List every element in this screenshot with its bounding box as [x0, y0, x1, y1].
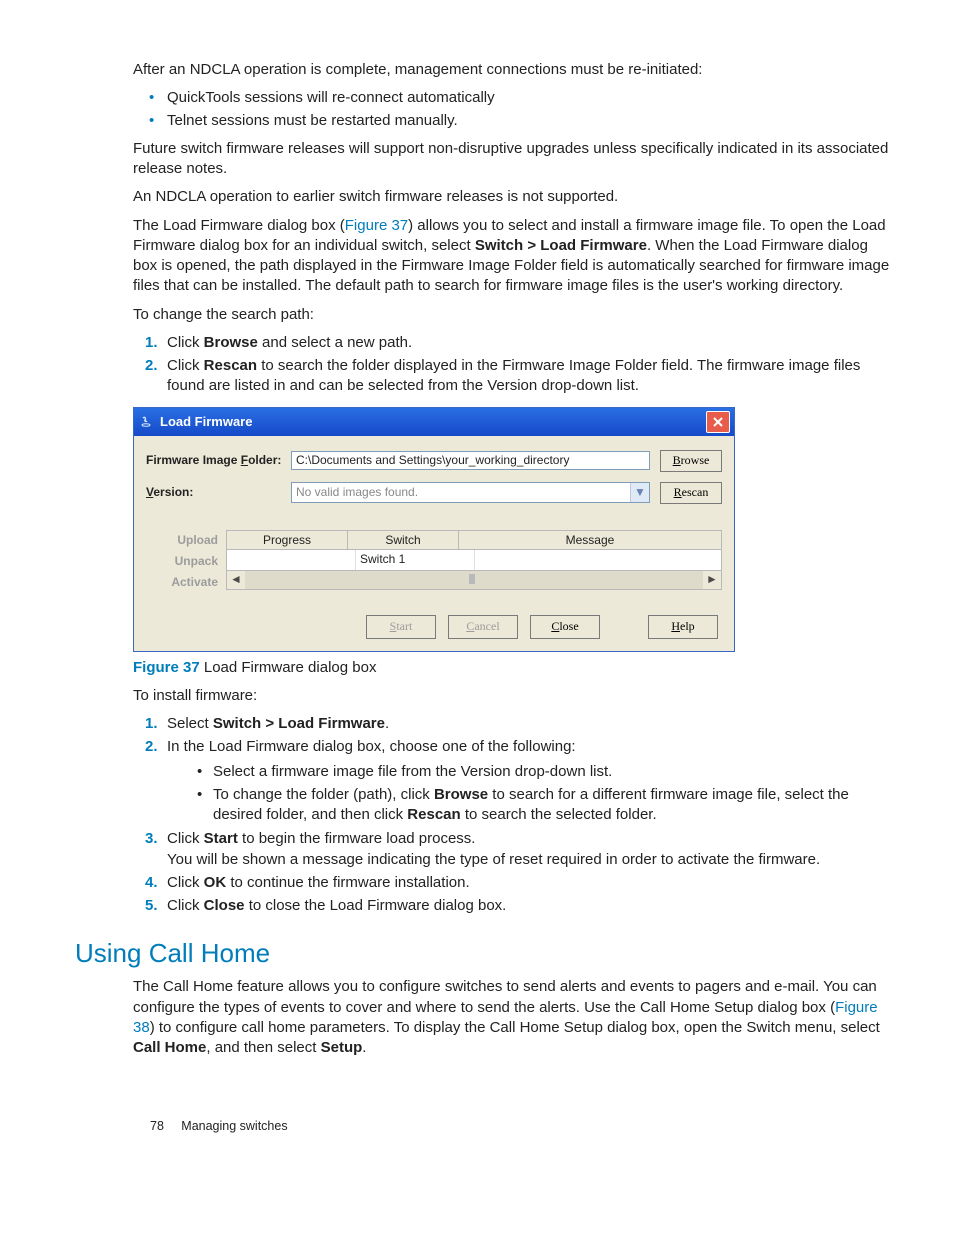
cell-switch: Switch 1	[356, 550, 475, 570]
help-button[interactable]: Help	[648, 615, 718, 639]
cell-progress	[227, 550, 356, 570]
intro-p5: To change the search path:	[133, 305, 894, 325]
step-1: Click Browse and select a new path.	[133, 333, 894, 353]
step-2: In the Load Firmware dialog box, choose …	[133, 737, 894, 825]
change-path-steps: Click Browse and select a new path. Clic…	[133, 333, 894, 397]
list-item: QuickTools sessions will re-connect auto…	[133, 88, 894, 108]
col-progress: Progress	[227, 531, 348, 549]
figure-37-link[interactable]: Figure 37	[345, 217, 408, 234]
step-3: Click Start to begin the firmware load p…	[133, 829, 894, 870]
upload-label: Upload	[146, 530, 218, 551]
list-item: Select a firmware image file from the Ve…	[167, 762, 894, 782]
version-label: Version:	[146, 484, 291, 500]
java-cup-icon	[140, 415, 154, 429]
dialog-body: Firmware Image Folder: C:\Documents and …	[134, 436, 734, 651]
list-item: Telnet sessions must be restarted manual…	[133, 111, 894, 131]
intro-bullets: QuickTools sessions will re-connect auto…	[133, 88, 894, 131]
browse-button[interactable]: Browse	[660, 450, 722, 472]
intro-p4: The Load Firmware dialog box (Figure 37)…	[133, 216, 894, 297]
firmware-grid: Progress Switch Message Switch 1 ◄ ►	[226, 530, 722, 593]
page-number: 78	[150, 1119, 164, 1133]
section-heading: Using Call Home	[75, 936, 894, 971]
scroll-right-icon[interactable]: ►	[703, 571, 721, 589]
version-select[interactable]: No valid images found. ▼	[291, 482, 650, 503]
horizontal-scrollbar[interactable]: ◄ ►	[226, 571, 722, 590]
col-switch: Switch	[348, 531, 459, 549]
cancel-button[interactable]: Cancel	[448, 615, 518, 639]
dialog-titlebar: Load Firmware	[134, 408, 734, 436]
folder-input[interactable]: C:\Documents and Settings\your_working_d…	[291, 451, 650, 470]
install-intro: To install firmware:	[133, 686, 894, 706]
figure-caption: Figure 37 Load Firmware dialog box	[133, 658, 894, 678]
dialog-title: Load Firmware	[160, 413, 252, 431]
phase-labels: Upload Unpack Activate	[146, 530, 226, 593]
step-2: Click Rescan to search the folder displa…	[133, 356, 894, 397]
step-5: Click Close to close the Load Firmware d…	[133, 896, 894, 916]
table-row: Switch 1	[226, 550, 722, 571]
rescan-button[interactable]: Rescan	[660, 482, 722, 504]
load-firmware-dialog: Load Firmware Firmware Image Folder: C:\…	[133, 407, 735, 652]
folder-label: Firmware Image Folder:	[146, 452, 291, 468]
start-button[interactable]: Start	[366, 615, 436, 639]
unpack-label: Unpack	[146, 551, 218, 572]
page-content: After an NDCLA operation is complete, ma…	[133, 60, 894, 1058]
scroll-left-icon[interactable]: ◄	[227, 571, 245, 589]
list-item: To change the folder (path), click Brows…	[167, 785, 894, 826]
activate-label: Activate	[146, 572, 218, 593]
intro-p2: Future switch firmware releases will sup…	[133, 139, 894, 180]
col-message: Message	[459, 531, 721, 549]
section-p1: The Call Home feature allows you to conf…	[133, 977, 894, 1058]
scroll-thumb[interactable]	[469, 574, 475, 584]
chevron-down-icon: ▼	[630, 483, 649, 502]
close-button[interactable]	[706, 411, 730, 433]
page-footer: 78 Managing switches	[150, 1118, 288, 1135]
step-1: Select Switch > Load Firmware.	[133, 714, 894, 734]
cell-message	[475, 550, 721, 570]
step-4: Click OK to continue the firmware instal…	[133, 873, 894, 893]
intro-p3: An NDCLA operation to earlier switch fir…	[133, 187, 894, 207]
close-dialog-button[interactable]: Close	[530, 615, 600, 639]
intro-p1: After an NDCLA operation is complete, ma…	[133, 60, 894, 80]
install-steps: Select Switch > Load Firmware. In the Lo…	[133, 714, 894, 916]
footer-title: Managing switches	[181, 1119, 287, 1133]
scroll-track[interactable]	[245, 571, 703, 589]
